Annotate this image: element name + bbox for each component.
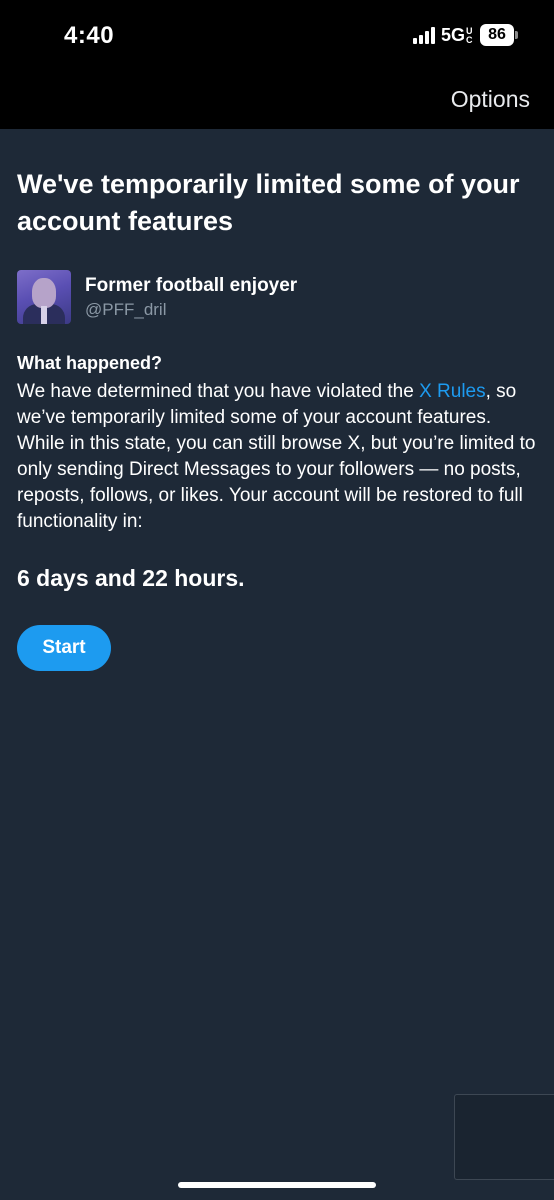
profile-name: Former football enjoyer bbox=[85, 274, 298, 296]
page-title: We've temporarily limited some of your a… bbox=[17, 169, 520, 236]
account-profile: Former football enjoyer @PFF_dril bbox=[17, 270, 537, 324]
cellular-signal-icon bbox=[412, 26, 435, 44]
network-indicator: 5G UC bbox=[441, 25, 474, 46]
status-bar: 4:40 5G UC 86 bbox=[0, 0, 554, 74]
main-content: We've temporarily limited some of your a… bbox=[17, 166, 537, 671]
restriction-duration: 6 days and 22 hours. bbox=[17, 565, 245, 591]
explanation-text: We have determined that you have violate… bbox=[17, 379, 537, 535]
section-heading: What happened? bbox=[17, 353, 162, 373]
explanation-text-end: , so we’ve temporarily limited some of y… bbox=[17, 381, 536, 532]
network-label: 5G bbox=[440, 24, 465, 45]
explanation-text-start: We have determined that you have violate… bbox=[17, 381, 420, 402]
home-indicator[interactable] bbox=[178, 1182, 376, 1188]
network-sub-label: UC bbox=[466, 25, 473, 45]
status-indicators: 5G UC 86 bbox=[412, 24, 518, 46]
profile-handle: @PFF_dril bbox=[85, 299, 167, 319]
top-bar: 4:40 5G UC 86 Options bbox=[0, 0, 554, 129]
profile-text: Former football enjoyer @PFF_dril bbox=[85, 274, 297, 321]
start-button[interactable]: Start bbox=[17, 625, 111, 671]
options-button[interactable]: Options bbox=[451, 86, 530, 113]
x-rules-link[interactable]: X Rules bbox=[419, 381, 486, 402]
avatar-tie-shape bbox=[41, 306, 47, 324]
battery-tip bbox=[515, 31, 518, 39]
avatar-face-shape bbox=[32, 278, 56, 308]
battery-icon: 86 bbox=[480, 24, 518, 46]
recaptcha-badge[interactable] bbox=[454, 1094, 554, 1180]
status-time: 4:40 bbox=[64, 22, 115, 49]
battery-level: 86 bbox=[480, 24, 514, 46]
avatar bbox=[17, 270, 71, 324]
